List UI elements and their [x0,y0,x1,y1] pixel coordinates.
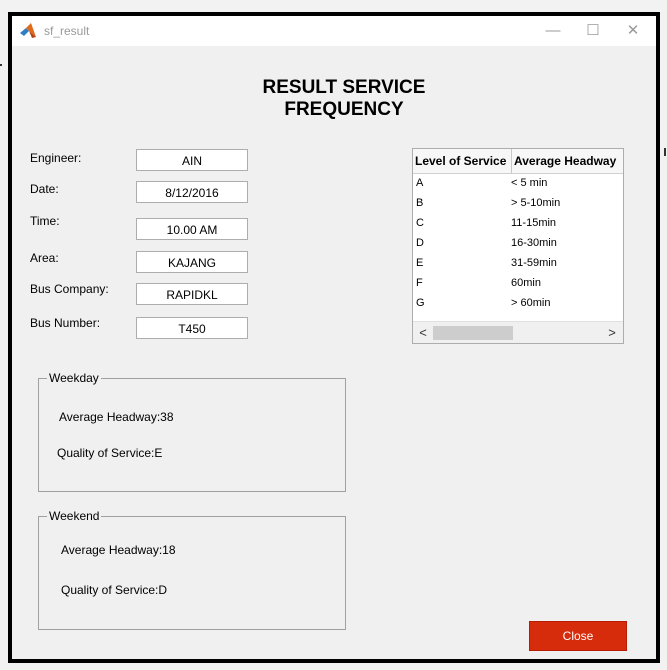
weekday-average-headway: Average Headway:38 [59,410,174,424]
bus-company-field[interactable]: RAPIDKL [136,283,248,305]
area-label: Area: [30,251,59,265]
engineer-label: Engineer: [30,151,82,165]
table-cell: 31-59min [511,257,557,269]
time-field[interactable]: 10.00 AM [136,218,248,240]
close-button[interactable]: Close [529,621,627,651]
scroll-right-icon[interactable]: > [603,324,621,342]
column-header[interactable]: Average Headway [512,149,623,173]
window-title: sf_result [44,24,90,38]
table-row[interactable]: A < 5 min [413,174,623,194]
weekday-quality-of-service: Quality of Service:E [57,446,163,460]
table-row[interactable]: C 11-15min [413,214,623,234]
table-row[interactable]: D 16-30min [413,234,623,254]
weekend-average-headway: Average Headway:18 [61,543,176,557]
bus-number-field[interactable]: T450 [136,317,248,339]
desktop-mark [664,148,666,156]
table-cell: C [416,217,424,229]
weekend-quality-of-service: Quality of Service:D [61,583,168,597]
date-label: Date: [30,182,59,196]
desktop-mark [0,64,2,66]
table-cell: B [416,197,424,209]
weekday-panel: Weekday Average Headway:38 Quality of Se… [38,371,346,492]
table-cell: F [416,277,423,289]
scroll-thumb[interactable] [433,326,513,340]
table-cell: > 5-10min [511,197,561,209]
table-cell: 16-30min [511,237,557,249]
area-field[interactable]: KAJANG [136,251,248,273]
service-level-table[interactable]: Level of Service Average Headway A < 5 m… [412,148,624,344]
table-cell: E [416,257,424,269]
table-cell: 60min [511,277,541,289]
table-cell: D [416,237,424,249]
table-cell: < 5 min [511,177,548,189]
table-cell: G [416,297,425,309]
bus-company-label: Bus Company: [30,282,109,296]
matlab-logo-icon [20,23,36,38]
title-bar[interactable]: sf_result — ☐ ✕ [12,16,656,46]
bus-number-label: Bus Number: [30,316,101,330]
window-client-area: RESULT SERVICE FREQUENCY Engineer: AIN D… [12,46,656,659]
weekend-panel-title: Weekend [47,509,102,523]
table-header: Level of Service Average Headway [413,149,623,174]
time-label: Time: [30,214,60,228]
scroll-left-icon[interactable]: < [414,324,432,342]
date-field[interactable]: 8/12/2016 [136,181,248,203]
table-cell: 11-15min [511,217,557,229]
weekend-panel: Weekend Average Headway:18 Quality of Se… [38,509,346,630]
close-window-button[interactable]: ✕ [618,20,648,42]
table-row[interactable]: E 31-59min [413,254,623,274]
column-header[interactable]: Level of Service [415,149,512,173]
table-row[interactable]: F 60min [413,274,623,294]
maximize-button[interactable]: ☐ [578,20,608,42]
page-title: RESULT SERVICE FREQUENCY [12,77,656,121]
table-cell: > 60min [511,297,551,309]
table-row[interactable]: B > 5-10min [413,194,623,214]
engineer-field[interactable]: AIN [136,149,248,171]
title-line-2: FREQUENCY [284,99,404,120]
title-line-1: RESULT SERVICE [262,77,426,98]
horizontal-scrollbar[interactable]: < > [413,321,623,343]
table-row[interactable]: G > 60min [413,294,623,314]
table-cell: A [416,177,424,189]
weekday-panel-title: Weekday [47,371,101,385]
minimize-button[interactable]: — [538,20,568,42]
